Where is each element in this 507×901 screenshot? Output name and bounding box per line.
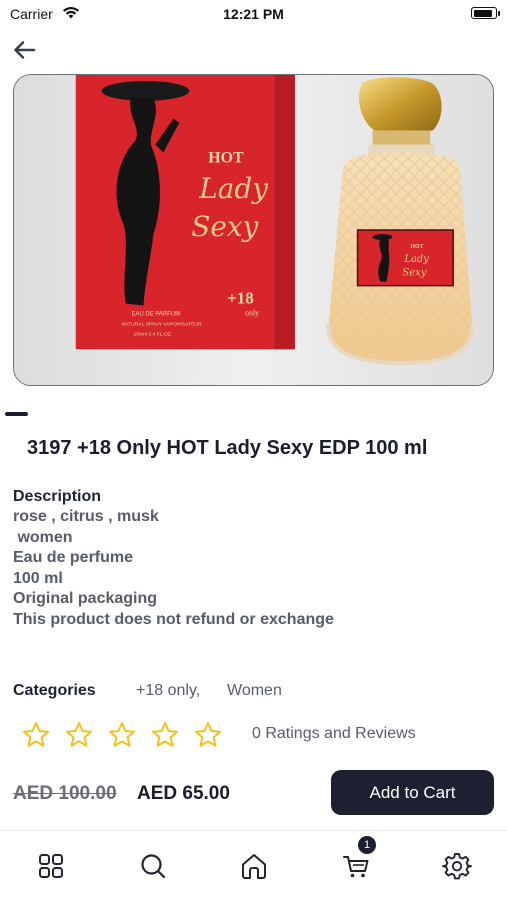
svg-text:EAU DE PARFUM: EAU DE PARFUM xyxy=(132,311,181,317)
description-line: women xyxy=(13,528,73,546)
back-button[interactable] xyxy=(12,38,38,62)
original-price: AED 100.00 xyxy=(13,783,117,804)
star-icon[interactable] xyxy=(64,720,94,750)
svg-text:HOT: HOT xyxy=(208,149,244,166)
star-icon[interactable] xyxy=(21,720,51,750)
svg-text:Lady: Lady xyxy=(403,254,429,265)
bottom-tab-bar xyxy=(0,830,507,901)
product-title: 3197 +18 Only HOT Lady Sexy EDP 100 ml xyxy=(27,437,428,459)
category-link-women[interactable]: Women xyxy=(227,682,282,700)
svg-text:only: only xyxy=(245,308,259,317)
description-heading: Description xyxy=(13,488,102,505)
svg-text:Sexy: Sexy xyxy=(402,268,426,279)
description-line: This product does not refund or exchange xyxy=(13,610,334,628)
svg-text:+18: +18 xyxy=(227,289,254,308)
star-icon[interactable] xyxy=(107,720,137,750)
svg-text:100ml 3.4 FL.OZ: 100ml 3.4 FL.OZ xyxy=(134,331,171,337)
ratings-summary[interactable]: 0 Ratings and Reviews xyxy=(252,725,416,743)
tab-search[interactable] xyxy=(138,851,168,881)
status-bar: Carrier 12:21 PM xyxy=(0,0,507,28)
description-line: rose , citrus , musk xyxy=(13,508,159,525)
star-icon[interactable] xyxy=(150,720,180,750)
product-photo: HOT Lady Sexy +18 only EAU DE PARFUM NAT… xyxy=(14,75,493,385)
tab-settings[interactable] xyxy=(442,851,472,881)
search-icon xyxy=(141,854,166,879)
home-icon xyxy=(242,854,266,879)
svg-text:Lady: Lady xyxy=(198,172,269,205)
description-line: Original packaging xyxy=(13,590,158,607)
star-icon[interactable] xyxy=(193,720,223,750)
clock: 12:21 PM xyxy=(223,6,284,22)
categories-label: Categories xyxy=(13,682,96,699)
product-description: Description rose , citrus , musk women E… xyxy=(13,487,493,630)
product-image[interactable]: HOT Lady Sexy +18 only EAU DE PARFUM NAT… xyxy=(13,74,494,386)
description-line: Eau de perfume xyxy=(13,549,134,566)
settings-gear-icon xyxy=(442,853,472,880)
sale-price: AED 65.00 xyxy=(137,783,230,804)
apps-grid-icon xyxy=(39,854,63,878)
back-arrow-icon xyxy=(14,41,36,59)
battery-icon xyxy=(471,7,500,19)
cart-icon xyxy=(343,856,369,878)
description-line: 100 ml xyxy=(13,569,63,587)
image-page-indicator xyxy=(5,412,28,416)
svg-text:NATURAL SPRAY VAPORISATEUR: NATURAL SPRAY VAPORISATEUR xyxy=(122,321,202,327)
star-rating[interactable] xyxy=(21,720,236,750)
tab-categories[interactable] xyxy=(36,851,66,881)
svg-text:Sexy: Sexy xyxy=(191,210,259,243)
tab-cart[interactable] xyxy=(341,851,371,881)
svg-text:HOT: HOT xyxy=(410,244,423,250)
cart-count-badge: 1 xyxy=(358,836,376,854)
tab-home[interactable] xyxy=(239,851,269,881)
category-link-18-only[interactable]: +18 only, xyxy=(136,682,200,700)
add-to-cart-button[interactable]: Add to Cart xyxy=(331,770,494,815)
